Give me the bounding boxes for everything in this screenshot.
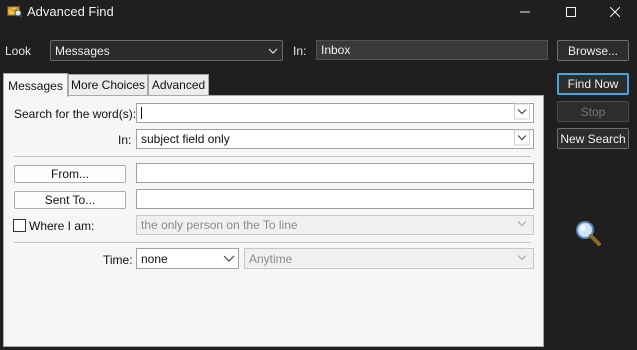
time-value: none: [141, 251, 168, 266]
chevron-down-icon: [514, 103, 530, 123]
tab-messages[interactable]: Messages: [3, 73, 68, 97]
search-in-combobox[interactable]: subject field only: [136, 129, 534, 149]
chevron-down-icon: [514, 249, 530, 268]
look-value: Messages: [55, 43, 110, 58]
close-icon: [610, 7, 620, 17]
maximize-icon: [566, 7, 576, 17]
in-folder-label: In:: [293, 44, 307, 58]
where-i-am-checkbox[interactable]: [13, 219, 26, 232]
time-range-combobox[interactable]: Anytime: [244, 248, 534, 269]
where-i-am-combobox[interactable]: the only person on the To line: [136, 215, 534, 235]
time-range-value: Anytime: [249, 251, 293, 266]
look-combobox[interactable]: Messages: [50, 40, 283, 61]
where-i-am-value: the only person on the To line: [141, 218, 298, 232]
magnifier-icon: [574, 219, 602, 247]
search-words-input[interactable]: [136, 103, 534, 123]
sent-to-button[interactable]: Sent To...: [14, 191, 126, 209]
from-button[interactable]: From...: [14, 165, 126, 183]
time-label: Time:: [103, 253, 133, 267]
window-title: Advanced Find: [27, 4, 114, 19]
divider: [14, 156, 531, 157]
close-button[interactable]: [592, 0, 637, 24]
minimize-icon: [520, 11, 530, 13]
chevron-down-icon: [223, 252, 235, 266]
tab-more-choices[interactable]: More Choices: [68, 74, 148, 95]
from-input[interactable]: [136, 163, 534, 183]
chevron-down-icon: [268, 41, 278, 60]
messages-tab-panel: Search for the word(s): In: subject fiel…: [3, 95, 544, 347]
find-now-button[interactable]: Find Now: [557, 73, 629, 95]
stop-button[interactable]: Stop: [557, 101, 629, 122]
tab-advanced[interactable]: Advanced: [148, 74, 209, 95]
maximize-button[interactable]: [548, 0, 594, 24]
time-combobox[interactable]: none: [136, 248, 239, 269]
advanced-find-icon: [7, 5, 23, 18]
search-in-label: In:: [118, 133, 132, 147]
look-label: Look: [5, 44, 32, 58]
new-search-button[interactable]: New Search: [557, 128, 629, 149]
divider: [14, 242, 531, 243]
search-words-label: Search for the word(s):: [14, 107, 137, 121]
chevron-down-icon: [514, 216, 530, 235]
minimize-button[interactable]: [502, 0, 548, 24]
browse-button[interactable]: Browse...: [557, 40, 629, 61]
in-folder-field: Inbox: [316, 40, 548, 60]
chevron-down-icon: [514, 129, 530, 149]
search-in-value: subject field only: [141, 132, 230, 146]
sent-to-input[interactable]: [136, 189, 534, 209]
where-i-am-label: Where I am:: [29, 219, 95, 233]
text-cursor: [141, 107, 142, 119]
